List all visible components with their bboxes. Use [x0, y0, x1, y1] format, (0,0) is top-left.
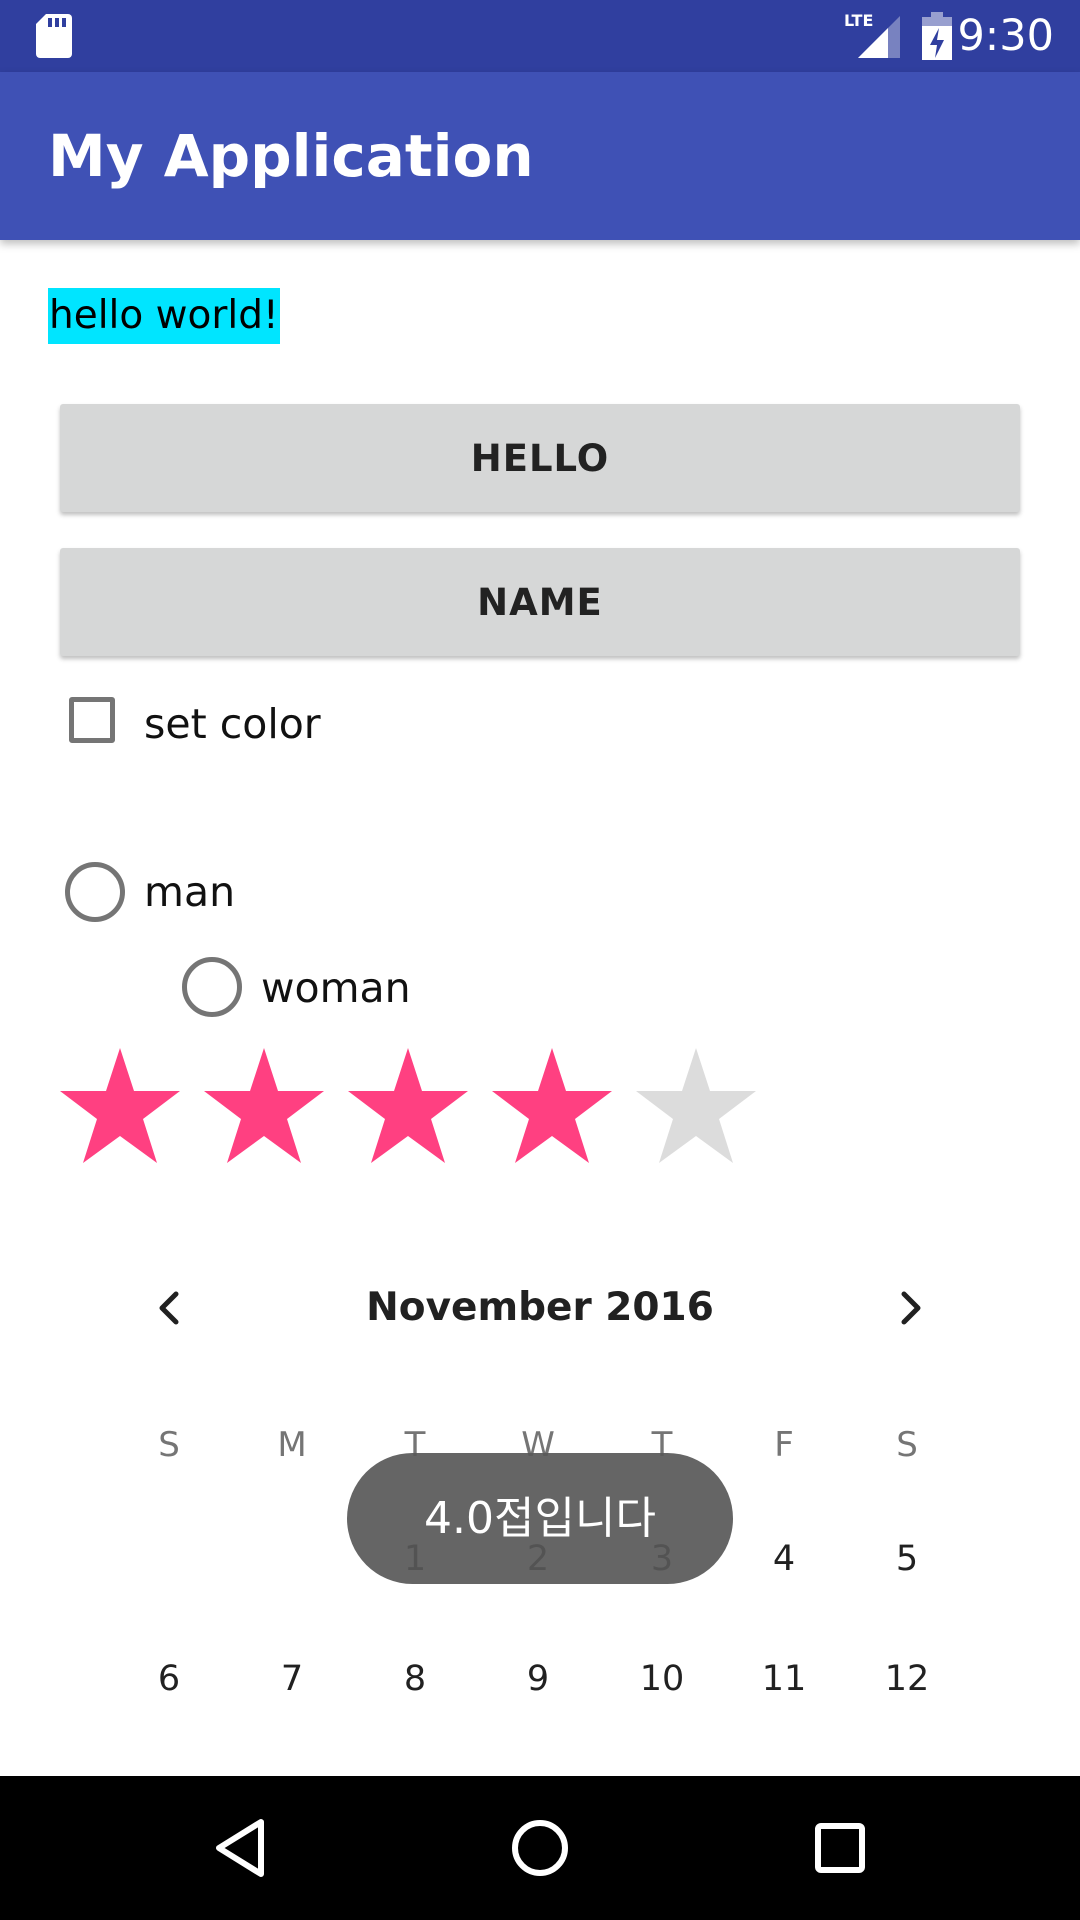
toast-message: 4.0접입니다 — [347, 1453, 733, 1584]
status-bar: LTE 9:30 — [0, 0, 1080, 72]
set-color-checkbox[interactable] — [69, 697, 115, 743]
hello-text: hello world! — [48, 288, 280, 344]
back-icon[interactable] — [205, 1812, 277, 1884]
weekday-sat: S — [896, 1425, 918, 1465]
star-icon-3[interactable] — [346, 1046, 470, 1166]
battery-charging-icon — [922, 12, 952, 60]
hello-button[interactable]: HELLO — [60, 404, 1020, 512]
star-icon-4[interactable] — [490, 1046, 614, 1166]
signal-icon: LTE — [844, 12, 900, 58]
clock-time: 9:30 — [957, 11, 1054, 61]
calendar-day[interactable]: 4 — [734, 1534, 834, 1584]
star-icon-2[interactable] — [202, 1046, 326, 1166]
weekday-fri: F — [774, 1425, 794, 1465]
calendar-day[interactable]: 9 — [488, 1654, 588, 1704]
calendar-day[interactable]: 6 — [119, 1654, 219, 1704]
radio-man[interactable] — [65, 862, 125, 922]
calendar-day[interactable]: 5 — [857, 1534, 957, 1584]
rating-bar[interactable] — [58, 1046, 758, 1166]
calendar-day[interactable]: 12 — [857, 1654, 957, 1704]
weekday-mon: M — [277, 1425, 307, 1465]
radio-woman-label[interactable]: woman — [261, 962, 411, 1014]
weekday-sun: S — [158, 1425, 180, 1465]
app-title: My Application — [48, 122, 534, 190]
calendar-day[interactable]: 10 — [612, 1654, 712, 1704]
sd-card-icon — [36, 14, 72, 58]
star-icon-1[interactable] — [58, 1046, 182, 1166]
home-icon[interactable] — [504, 1812, 576, 1884]
name-button[interactable]: NAME — [60, 548, 1020, 656]
calendar-day[interactable]: 8 — [365, 1654, 465, 1704]
star-icon-5[interactable] — [634, 1046, 758, 1166]
radio-woman[interactable] — [182, 957, 242, 1017]
navigation-bar — [0, 1776, 1080, 1920]
recents-icon[interactable] — [804, 1812, 876, 1884]
chevron-right-icon[interactable] — [880, 1278, 940, 1338]
radio-man-label[interactable]: man — [144, 866, 235, 918]
calendar-day[interactable]: 11 — [734, 1654, 834, 1704]
svg-text:LTE: LTE — [844, 12, 873, 30]
app-bar: My Application — [0, 72, 1080, 240]
set-color-label[interactable]: set color — [144, 698, 321, 750]
calendar-day[interactable]: 7 — [242, 1654, 342, 1704]
